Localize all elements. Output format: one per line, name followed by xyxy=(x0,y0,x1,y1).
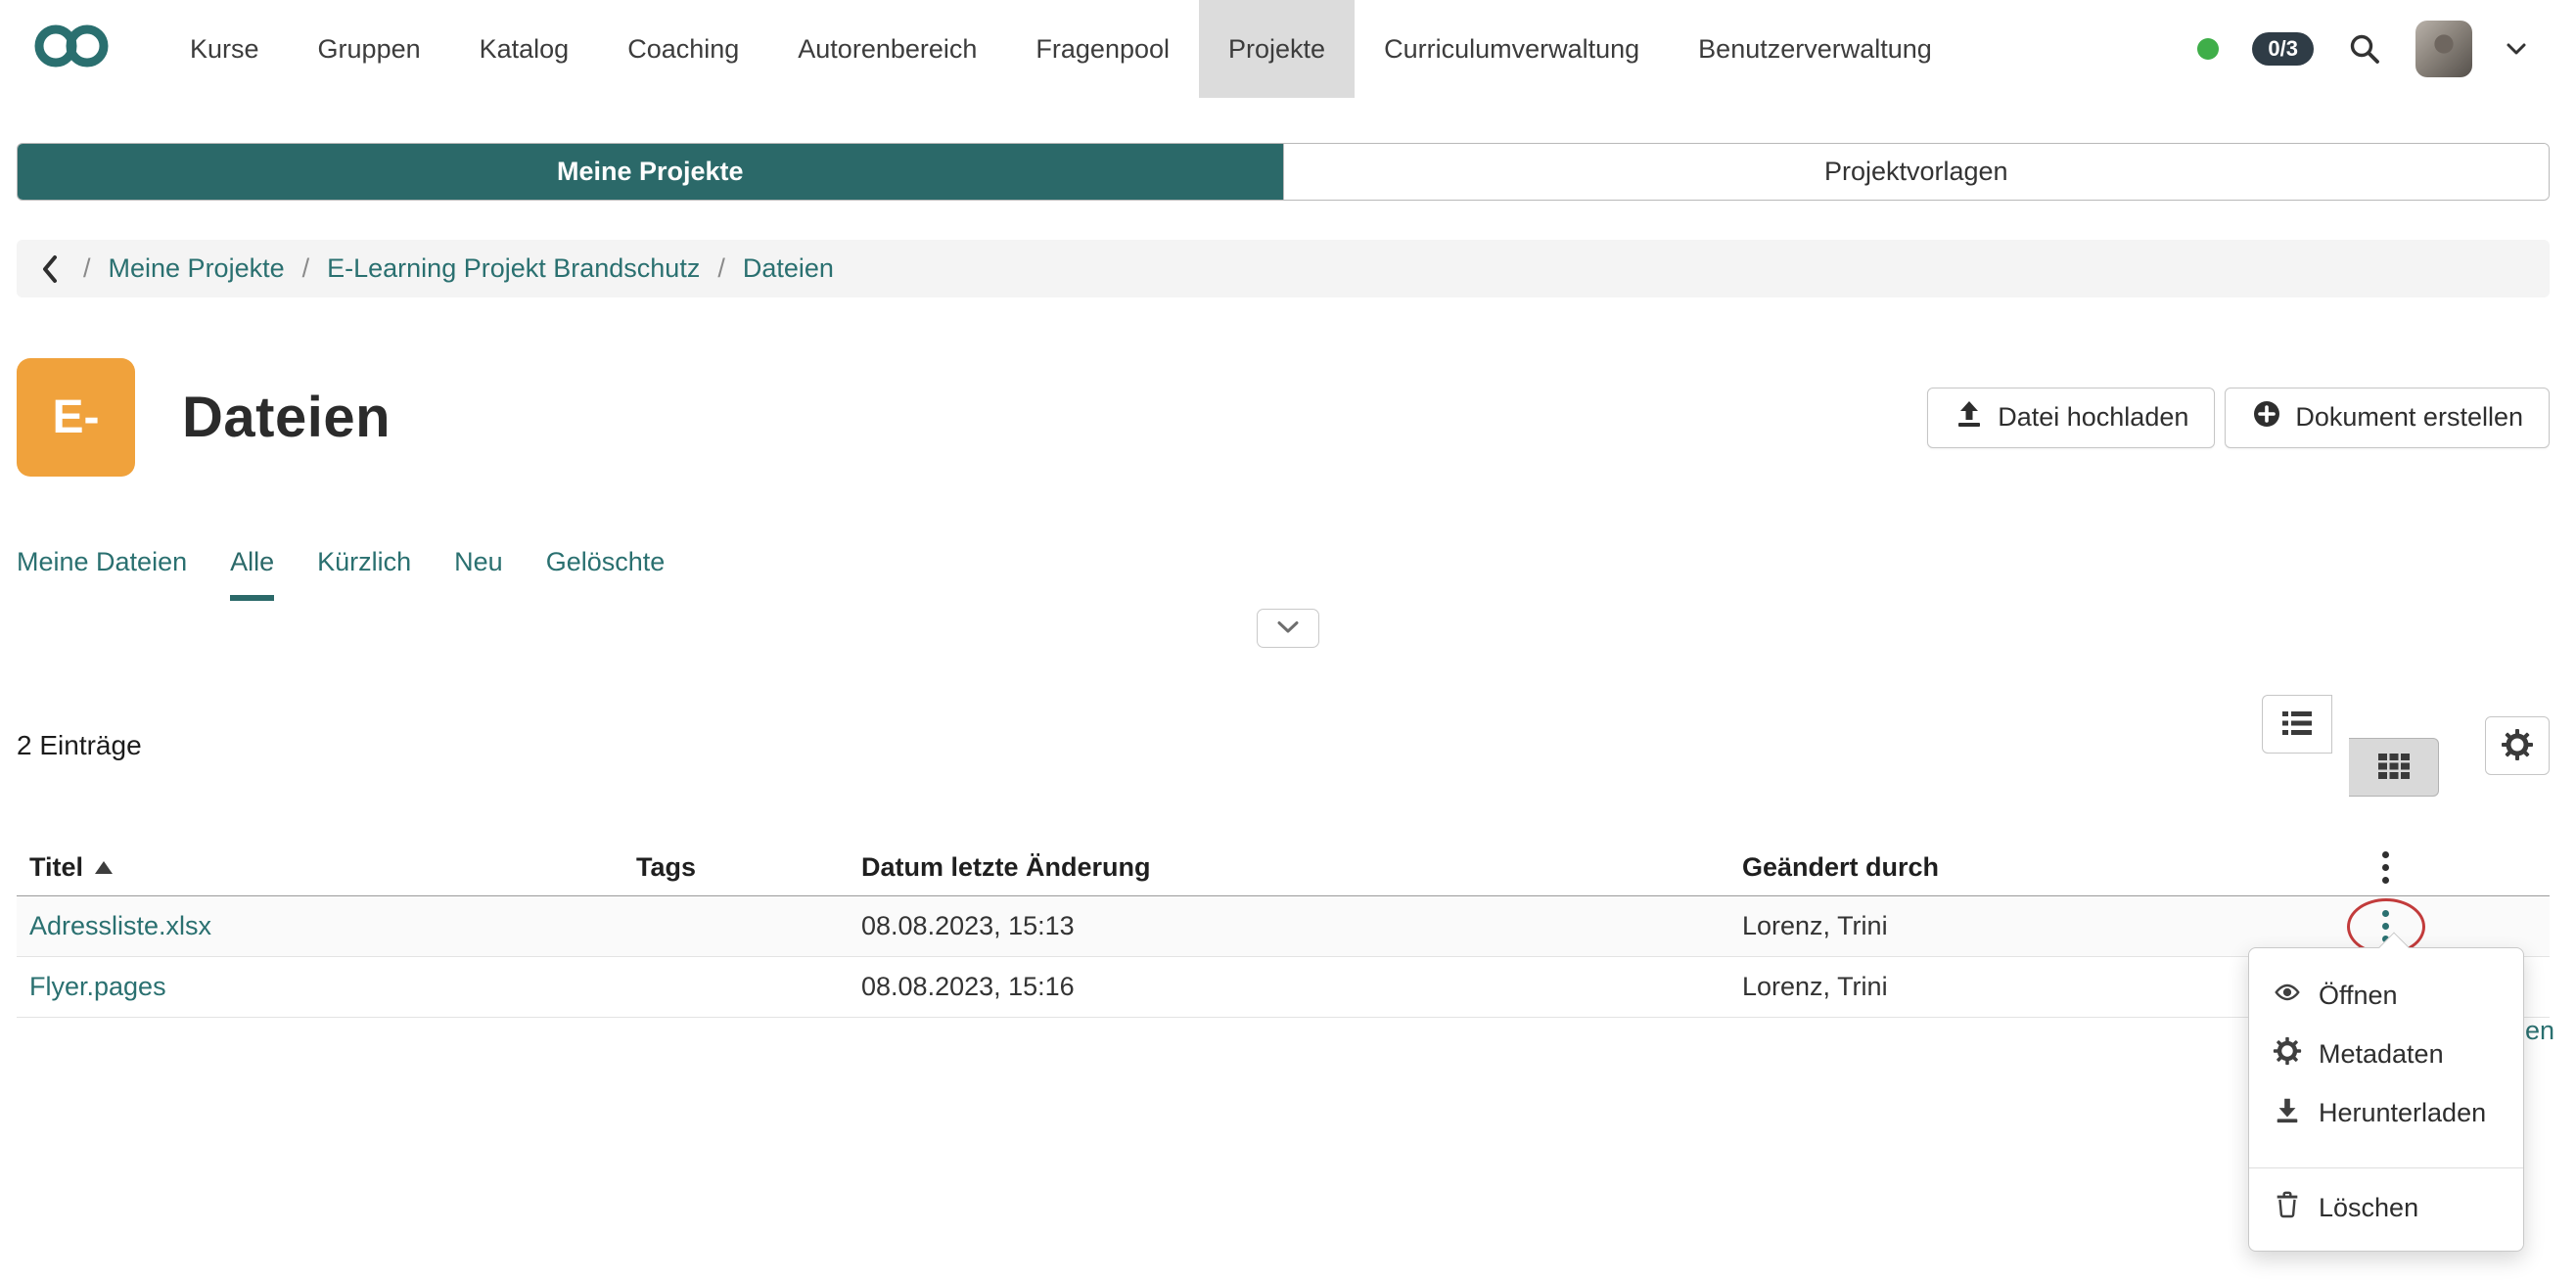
search-icon[interactable] xyxy=(2347,31,2382,67)
segment-meine-projekte[interactable]: Meine Projekte xyxy=(18,144,1283,200)
breadcrumb-meine-projekte[interactable]: Meine Projekte xyxy=(109,253,285,284)
row-modified-by: Lorenz, Trini xyxy=(1742,972,2290,1002)
nav-item-autorenbereich[interactable]: Autorenbereich xyxy=(768,0,1006,98)
header-actions: Datei hochladen Dokument erstellen xyxy=(1927,388,2550,448)
row-modified-by: Lorenz, Trini xyxy=(1742,911,2290,941)
breadcrumb-separator: / xyxy=(302,253,310,284)
nav-item-benutzerverwaltung[interactable]: Benutzerverwaltung xyxy=(1669,0,1961,98)
nav-item-projekte[interactable]: Projekte xyxy=(1199,0,1355,98)
table-header-row: Titel Tags Datum letzte Änderung Geänder… xyxy=(17,840,2550,896)
task-count-badge[interactable]: 0/3 xyxy=(2252,32,2314,66)
gear-icon xyxy=(2501,728,2534,764)
row-modified: 08.08.2023, 15:16 xyxy=(861,972,1742,1002)
list-toolbar: 2 Einträge xyxy=(17,695,2550,797)
app-logo[interactable] xyxy=(23,0,121,98)
tab-neu[interactable]: Neu xyxy=(454,547,503,601)
breadcrumb: / Meine Projekte / E-Learning Projekt Br… xyxy=(17,240,2550,297)
column-header-modified-by[interactable]: Geändert durch xyxy=(1742,852,2290,883)
table-menu-kebab-icon[interactable] xyxy=(2376,846,2395,890)
upload-file-button[interactable]: Datei hochladen xyxy=(1927,388,2215,448)
sort-ascending-icon[interactable] xyxy=(95,861,113,874)
trash-icon xyxy=(2273,1190,2302,1226)
project-scope-segmented-control: Meine Projekte Projektvorlagen xyxy=(17,143,2550,201)
breadcrumb-separator: / xyxy=(717,253,725,284)
menu-item-label: Öffnen xyxy=(2319,981,2398,1011)
nav-item-gruppen[interactable]: Gruppen xyxy=(289,0,450,98)
tab-meine-dateien[interactable]: Meine Dateien xyxy=(17,547,187,601)
create-button-label: Dokument erstellen xyxy=(2295,402,2523,433)
menu-item-oeffnen[interactable]: Öffnen xyxy=(2249,966,2523,1025)
entry-count: 2 Einträge xyxy=(17,730,142,761)
table-row[interactable]: Flyer.pages 08.08.2023, 15:16 Lorenz, Tr… xyxy=(17,957,2550,1018)
infinity-logo-icon xyxy=(23,21,121,78)
menu-item-label: Löschen xyxy=(2319,1193,2418,1223)
project-avatar: E- xyxy=(17,358,135,477)
column-header-modified[interactable]: Datum letzte Änderung xyxy=(861,852,1742,883)
page-title: Dateien xyxy=(182,385,391,450)
nav-item-kurse[interactable]: Kurse xyxy=(161,0,289,98)
view-switch-group xyxy=(2262,695,2465,797)
table-row[interactable]: Adressliste.xlsx 08.08.2023, 15:13 Loren… xyxy=(17,896,2550,957)
tab-kuerzlich[interactable]: Kürzlich xyxy=(317,547,411,601)
row-modified: 08.08.2023, 15:13 xyxy=(861,911,1742,941)
expand-filters-button[interactable] xyxy=(1257,609,1319,648)
nav-item-coaching[interactable]: Coaching xyxy=(598,0,768,98)
nav-item-curriculumverwaltung[interactable]: Curriculumverwaltung xyxy=(1355,0,1669,98)
view-table-button[interactable] xyxy=(2349,738,2439,797)
tab-geloeschte[interactable]: Gelöschte xyxy=(546,547,666,601)
view-controls xyxy=(2262,695,2550,797)
breadcrumb-separator: / xyxy=(83,253,91,284)
main-nav: Kurse Gruppen Katalog Coaching Autorenbe… xyxy=(161,0,1961,98)
breadcrumb-dateien[interactable]: Dateien xyxy=(743,253,834,284)
download-icon xyxy=(2273,1095,2302,1131)
table-view-icon xyxy=(2376,752,2412,784)
gear-icon xyxy=(2273,1036,2302,1073)
eye-icon xyxy=(2273,978,2302,1014)
tab-alle[interactable]: Alle xyxy=(230,547,274,601)
table-settings-button[interactable] xyxy=(2485,716,2550,775)
upload-button-label: Datei hochladen xyxy=(1998,402,2188,433)
page-header: E- Dateien Datei hochladen xyxy=(17,358,2550,477)
menu-divider xyxy=(2249,1167,2523,1168)
obscured-link-fragment: en xyxy=(2525,1016,2554,1046)
nav-item-katalog[interactable]: Katalog xyxy=(450,0,599,98)
column-header-titel[interactable]: Titel xyxy=(29,852,83,883)
top-navbar: Kurse Gruppen Katalog Coaching Autorenbe… xyxy=(0,0,2576,98)
user-menu-chevron-down-icon[interactable] xyxy=(2506,42,2527,56)
list-view-icon xyxy=(2280,709,2314,741)
column-header-tags[interactable]: Tags xyxy=(636,852,861,883)
filter-expander-row xyxy=(0,609,2576,648)
navbar-right-cluster: 0/3 xyxy=(2197,0,2576,98)
nav-item-fragenpool[interactable]: Fragenpool xyxy=(1006,0,1199,98)
menu-item-herunterladen[interactable]: Herunterladen xyxy=(2249,1083,2523,1142)
file-link-flyer[interactable]: Flyer.pages xyxy=(29,972,166,1001)
plus-circle-icon xyxy=(2251,398,2282,436)
menu-item-loeschen[interactable]: Löschen xyxy=(2249,1178,2523,1237)
menu-item-label: Metadaten xyxy=(2319,1039,2444,1070)
create-document-button[interactable]: Dokument erstellen xyxy=(2225,388,2550,448)
back-chevron-icon[interactable] xyxy=(38,251,62,287)
segment-projektvorlagen[interactable]: Projektvorlagen xyxy=(1283,144,2550,200)
chevron-down-icon xyxy=(1276,620,1300,637)
menu-item-metadaten[interactable]: Metadaten xyxy=(2249,1025,2523,1083)
files-table: Titel Tags Datum letzte Änderung Geänder… xyxy=(17,840,2550,1018)
upload-icon xyxy=(1954,398,1985,436)
user-avatar[interactable] xyxy=(2415,21,2472,77)
breadcrumb-project[interactable]: E-Learning Projekt Brandschutz xyxy=(327,253,700,284)
menu-item-label: Herunterladen xyxy=(2319,1098,2486,1128)
presence-status-dot xyxy=(2197,38,2219,60)
view-list-button[interactable] xyxy=(2262,695,2332,754)
file-filter-tabs: Meine Dateien Alle Kürzlich Neu Gelöscht… xyxy=(17,547,2550,601)
file-link-adressliste[interactable]: Adressliste.xlsx xyxy=(29,911,211,940)
page: Kurse Gruppen Katalog Coaching Autorenbe… xyxy=(0,0,2576,1018)
row-context-menu: Öffnen Metadaten xyxy=(2248,947,2524,1252)
